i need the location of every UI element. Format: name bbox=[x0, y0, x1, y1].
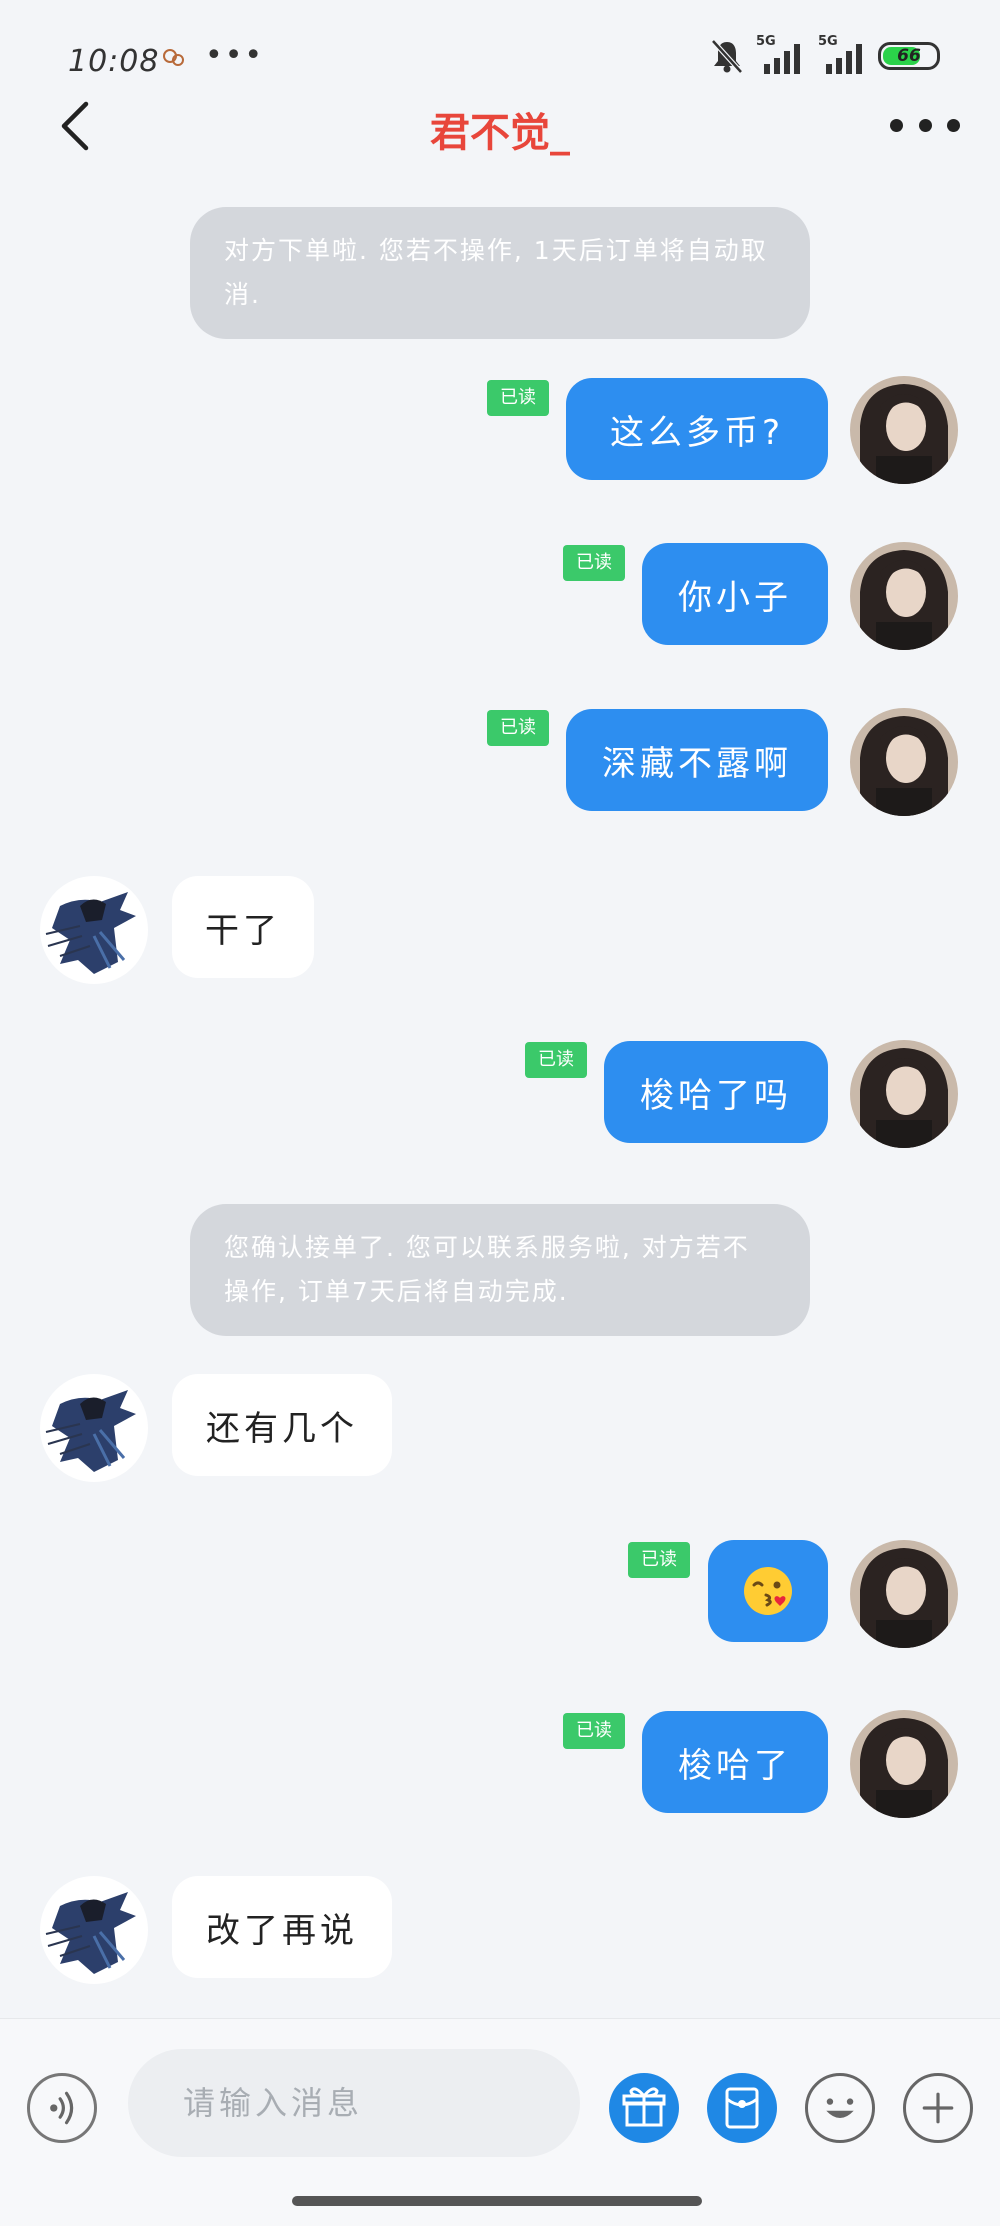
more-dot-icon bbox=[947, 118, 960, 132]
message-bubble-received[interactable]: 还有几个 bbox=[172, 1374, 392, 1476]
read-status-badge: 已读 bbox=[628, 1542, 690, 1578]
app-notification-icon bbox=[163, 49, 184, 66]
status-more-dots: ••• bbox=[205, 38, 265, 73]
read-status-badge: 已读 bbox=[487, 710, 549, 746]
contact-avatar[interactable] bbox=[40, 876, 148, 984]
bell-muted-icon bbox=[711, 39, 743, 74]
red-packet-button[interactable] bbox=[707, 2073, 777, 2143]
home-indicator[interactable] bbox=[292, 2196, 702, 2206]
more-dot-icon bbox=[918, 118, 932, 132]
my-avatar[interactable] bbox=[850, 708, 958, 816]
read-status-badge: 已读 bbox=[563, 545, 625, 581]
system-notice: 您确认接单了. 您可以联系服务啦, 对方若不操作, 订单7天后将自动完成. bbox=[190, 1204, 810, 1336]
voice-input-button[interactable] bbox=[27, 2073, 97, 2143]
message-bubble-received[interactable]: 改了再说 bbox=[172, 1876, 392, 1978]
kissing-face-emoji bbox=[744, 1567, 792, 1615]
message-input[interactable] bbox=[128, 2049, 580, 2157]
message-bubble-received[interactable]: 干了 bbox=[172, 876, 314, 978]
cellular-signal-2-icon: 5G bbox=[816, 34, 868, 76]
status-bar: 10:08 ••• 5G 5G 66 bbox=[0, 0, 1000, 105]
read-status-badge: 已读 bbox=[525, 1042, 587, 1078]
message-bubble-sent[interactable] bbox=[708, 1540, 828, 1642]
contact-avatar[interactable] bbox=[40, 1876, 148, 1984]
my-avatar[interactable] bbox=[850, 1540, 958, 1648]
message-bubble-sent[interactable]: 这么多币? bbox=[566, 378, 828, 480]
message-bubble-sent[interactable]: 梭哈了吗 bbox=[604, 1041, 828, 1143]
gift-button[interactable] bbox=[609, 2073, 679, 2143]
system-notice: 对方下单啦. 您若不操作, 1天后订单将自动取消. bbox=[190, 207, 810, 339]
message-bubble-sent[interactable]: 梭哈了 bbox=[642, 1711, 828, 1813]
status-indicators: 5G 5G 66 bbox=[710, 34, 940, 78]
more-dot-icon bbox=[890, 118, 903, 132]
battery-level: 66 bbox=[897, 46, 921, 66]
message-bubble-sent[interactable]: 你小子 bbox=[642, 543, 828, 645]
read-status-badge: 已读 bbox=[487, 380, 549, 416]
read-status-badge: 已读 bbox=[563, 1713, 625, 1749]
cellular-signal-1-icon: 5G bbox=[754, 34, 806, 76]
more-options-button[interactable] bbox=[890, 110, 960, 140]
contact-avatar[interactable] bbox=[40, 1374, 148, 1482]
add-button[interactable] bbox=[903, 2073, 973, 2143]
my-avatar[interactable] bbox=[850, 1710, 958, 1818]
message-bubble-sent[interactable]: 深藏不露啊 bbox=[566, 709, 828, 811]
my-avatar[interactable] bbox=[850, 376, 958, 484]
my-avatar[interactable] bbox=[850, 542, 958, 650]
chat-title: 君不觉_ bbox=[430, 109, 570, 156]
input-bar bbox=[0, 2018, 1000, 2226]
emoji-button[interactable] bbox=[805, 2073, 875, 2143]
battery-icon: 66 bbox=[878, 42, 940, 70]
status-time: 10:08 bbox=[68, 44, 160, 79]
my-avatar[interactable] bbox=[850, 1040, 958, 1148]
